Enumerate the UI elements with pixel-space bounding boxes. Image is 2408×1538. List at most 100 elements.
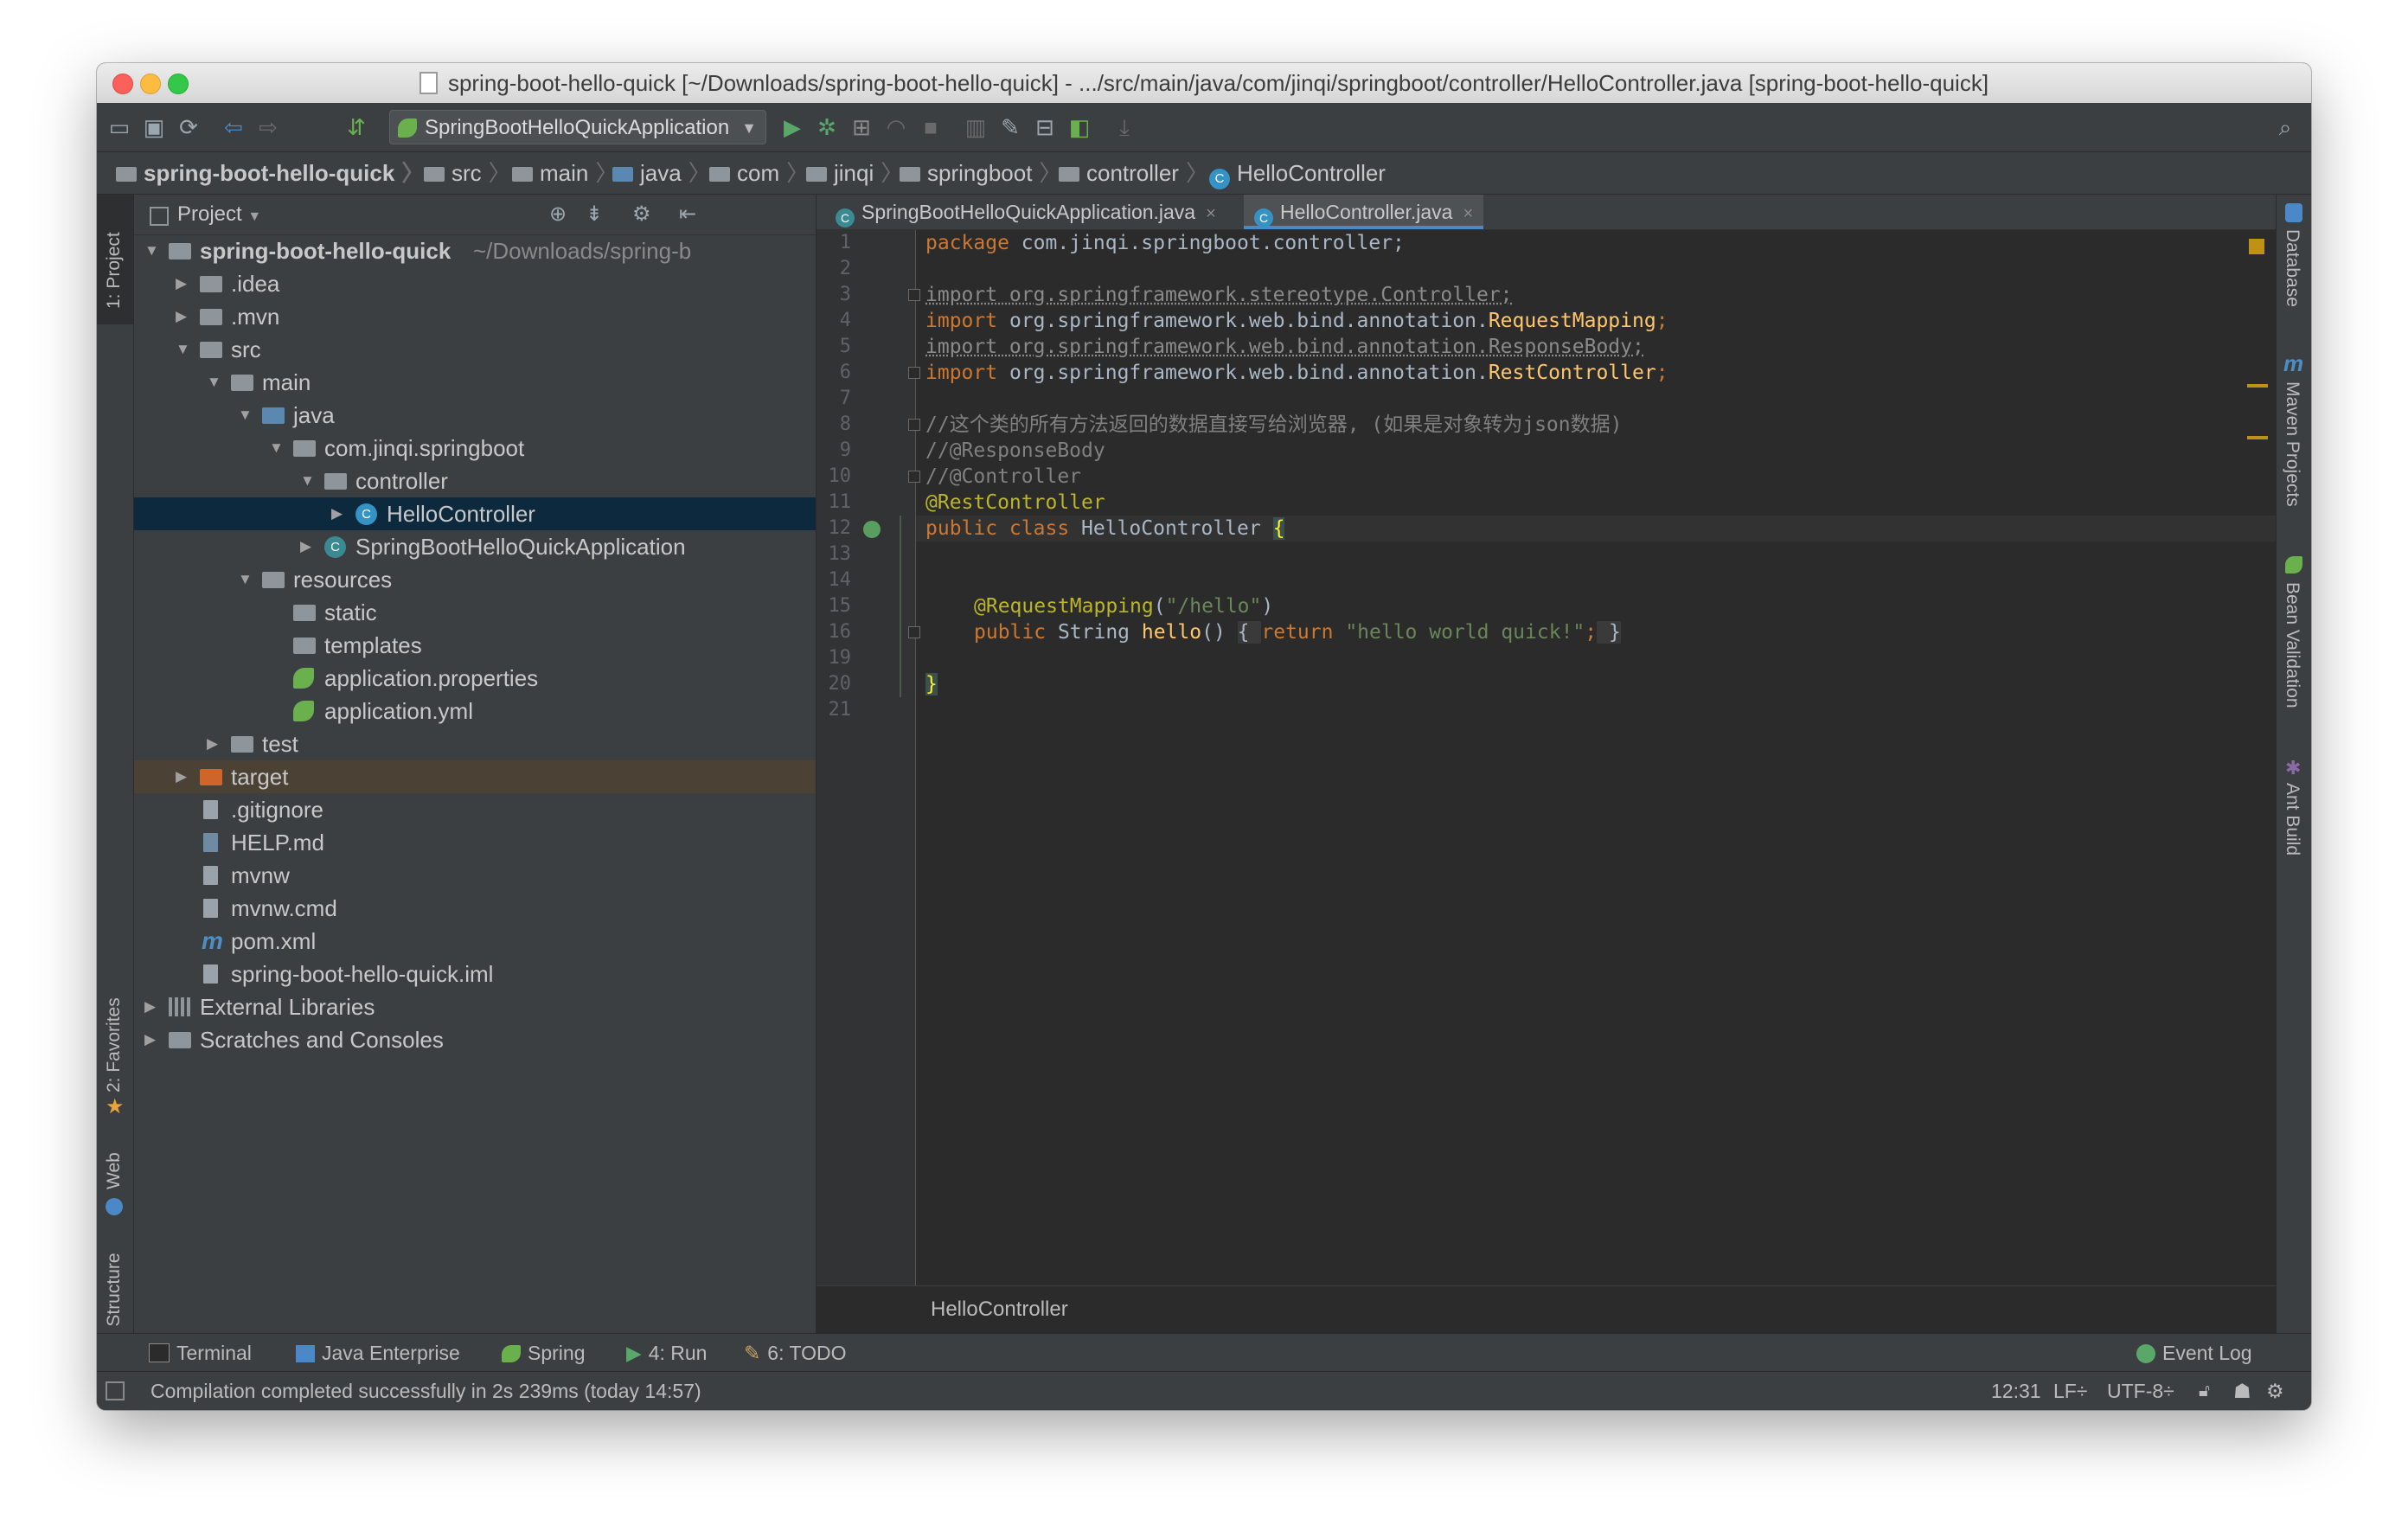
run-configuration-select[interactable]: SpringBootHelloQuickApplication ▼ <box>389 110 766 144</box>
code-line-9: //@ResponseBody <box>925 439 1105 462</box>
run-icon[interactable]: ▶ <box>778 113 806 141</box>
locate-icon[interactable]: ⊕ <box>549 195 567 234</box>
code-editor[interactable]: 1 2 3 4 5 6 7 8 9 10 11 12 13 14 15 16 1… <box>817 230 2277 1285</box>
warning-stripe[interactable] <box>2247 384 2268 388</box>
stop-icon[interactable]: ■ <box>917 113 945 141</box>
coverage-icon[interactable]: ⊞ <box>848 113 875 141</box>
tree-item-hellocontroller[interactable]: ▶ C HelloController <box>134 497 816 530</box>
spring-bean-gutter-icon[interactable] <box>863 521 881 538</box>
tree-item-pom-xml[interactable]: m pom.xml <box>134 925 816 958</box>
debug-icon[interactable]: ✲ <box>813 113 841 141</box>
collapse-all-icon[interactable]: ⇟ <box>586 195 603 234</box>
tree-item-static[interactable]: static <box>134 596 816 629</box>
file-icon <box>203 866 218 885</box>
memory-indicator-icon[interactable]: ⚙ <box>2266 1372 2284 1410</box>
back-arrow-icon[interactable]: ⇦ <box>220 113 247 141</box>
breadcrumb-springboot[interactable]: springboot 〉 <box>900 152 1061 194</box>
tab-terminal[interactable]: Terminal <box>149 1334 252 1372</box>
tree-item-package[interactable]: ▼ com.jinqi.springboot <box>134 432 816 465</box>
profile-icon[interactable]: ◠ <box>882 113 910 141</box>
tree-item-mvnw-cmd[interactable]: mvnw.cmd <box>134 892 816 925</box>
breadcrumb-controller[interactable]: controller 〉 <box>1059 152 1208 194</box>
analysis-status-icon[interactable] <box>2249 239 2264 254</box>
open-folder-icon[interactable]: ▭ <box>106 113 133 141</box>
tree-item-resources[interactable]: ▼ resources <box>134 563 816 596</box>
tree-item-gitignore[interactable]: .gitignore <box>134 793 816 826</box>
tree-item-iml[interactable]: spring-boot-hello-quick.iml <box>134 958 816 990</box>
tree-item-help-md[interactable]: HELP.md <box>134 826 816 859</box>
line-separator-select[interactable]: LF÷ <box>2053 1372 2087 1410</box>
inspector-icon[interactable]: ☗ <box>2233 1372 2251 1410</box>
toggle-tool-windows-icon[interactable] <box>106 1381 125 1400</box>
tree-item-java[interactable]: ▼ java <box>134 399 816 432</box>
tab-maven-tool[interactable]: m Maven Projects <box>2277 350 2311 532</box>
tab-application-java[interactable]: C SpringBootHelloQuickApplication.java × <box>825 195 1226 229</box>
tab-ant-build-tool[interactable]: ✱ Ant Build <box>2277 757 2311 887</box>
source-folder-icon <box>262 407 285 424</box>
tab-bean-validation-tool[interactable]: Bean Validation <box>2277 556 2311 729</box>
fold-marker[interactable] <box>908 367 920 379</box>
close-icon[interactable]: × <box>1206 204 1216 223</box>
tree-item-templates[interactable]: templates <box>134 629 816 662</box>
breadcrumb-java[interactable]: java 〉 <box>612 152 711 194</box>
fold-marker[interactable] <box>908 626 920 638</box>
warning-stripe[interactable] <box>2247 436 2268 439</box>
chevron-right-icon: ▶ <box>176 768 188 785</box>
sdk-icon[interactable]: ▥ <box>962 113 989 141</box>
tab-web-tool[interactable]: Web <box>97 1139 133 1234</box>
code-line-6: import org.springframework.web.bind.anno… <box>925 362 1668 384</box>
tab-project-tool[interactable]: 1: Project <box>97 195 133 324</box>
forward-arrow-icon[interactable]: ⇨ <box>254 113 282 141</box>
save-icon[interactable]: ▣ <box>140 113 168 141</box>
breadcrumb-com[interactable]: com 〉 <box>709 152 809 194</box>
tree-item-test[interactable]: ▶ test <box>134 727 816 760</box>
tab-todo[interactable]: ✎ 6: TODO <box>744 1334 846 1372</box>
folder-icon <box>200 309 222 325</box>
tree-item-mvnw[interactable]: mvnw <box>134 859 816 892</box>
lock-icon[interactable]: 🔓︎ <box>2199 1372 2210 1410</box>
tree-item-idea[interactable]: ▶ .idea <box>134 267 816 300</box>
vcs-icon[interactable]: ◧ <box>1066 113 1093 141</box>
tree-item-application-class[interactable]: ▶ C SpringBootHelloQuickApplication <box>134 530 816 563</box>
tab-spring[interactable]: Spring <box>502 1334 585 1372</box>
gear-icon[interactable]: ⚙ <box>632 195 651 234</box>
search-icon[interactable]: ⌕ <box>2271 113 2299 141</box>
hide-panel-icon[interactable]: ⇤ <box>679 195 696 234</box>
build-icon[interactable]: ⇵ <box>343 113 370 141</box>
tree-item-controller[interactable]: ▼ controller <box>134 465 816 497</box>
tab-event-log[interactable]: Event Log <box>2136 1334 2252 1372</box>
breadcrumb-hellocontroller[interactable]: C HelloController <box>1209 152 1386 194</box>
tab-hellocontroller-java[interactable]: C HelloController.java × <box>1244 195 1484 229</box>
chevron-down-icon: ▼ <box>207 374 221 390</box>
breadcrumb-project[interactable]: spring-boot-hello-quick 〉 <box>116 152 424 194</box>
chevron-down-icon: ▼ <box>269 439 284 456</box>
breadcrumb-src[interactable]: src 〉 <box>424 152 511 194</box>
tab-favorites-tool[interactable]: 2: Favorites ★ <box>97 964 133 1120</box>
project-view-select[interactable]: Project ▼ <box>177 195 261 237</box>
tab-run[interactable]: ▶ 4: Run <box>626 1334 707 1372</box>
tree-item-project-root[interactable]: ▼ spring-boot-hello-quick ~/Downloads/spri… <box>134 234 816 267</box>
tree-item-application-properties[interactable]: application.properties <box>134 662 816 695</box>
tree-item-mvn[interactable]: ▶ .mvn <box>134 300 816 333</box>
download-icon[interactable]: ⤓ <box>1111 113 1138 141</box>
breadcrumb-main[interactable]: main 〉 <box>512 152 618 194</box>
tab-database-tool[interactable]: Database <box>2277 195 2311 333</box>
sync-icon[interactable]: ⟳ <box>175 113 202 141</box>
tree-item-application-yml[interactable]: application.yml <box>134 695 816 727</box>
tree-item-target[interactable]: ▶ target <box>134 760 816 793</box>
tree-item-main[interactable]: ▼ main <box>134 366 816 399</box>
tab-java-enterprise[interactable]: Java Enterprise <box>296 1334 460 1372</box>
fold-marker[interactable] <box>908 289 920 301</box>
settings-icon[interactable]: ⊟ <box>1031 113 1059 141</box>
close-icon[interactable]: × <box>1463 204 1473 223</box>
fold-marker[interactable] <box>908 419 920 431</box>
tree-item-external-libraries[interactable]: ▶ External Libraries <box>134 990 816 1023</box>
caret-position[interactable]: 12:31 <box>1991 1372 2041 1410</box>
tree-item-scratches[interactable]: ▶ Scratches and Consoles <box>134 1023 816 1056</box>
fold-marker[interactable] <box>908 471 920 483</box>
project-structure-icon[interactable]: ✎ <box>996 113 1024 141</box>
breadcrumb-jinqi[interactable]: jinqi 〉 <box>806 152 903 194</box>
encoding-select[interactable]: UTF-8÷ <box>2107 1372 2174 1410</box>
folder-icon <box>512 167 533 182</box>
tree-item-src[interactable]: ▼ src <box>134 333 816 366</box>
